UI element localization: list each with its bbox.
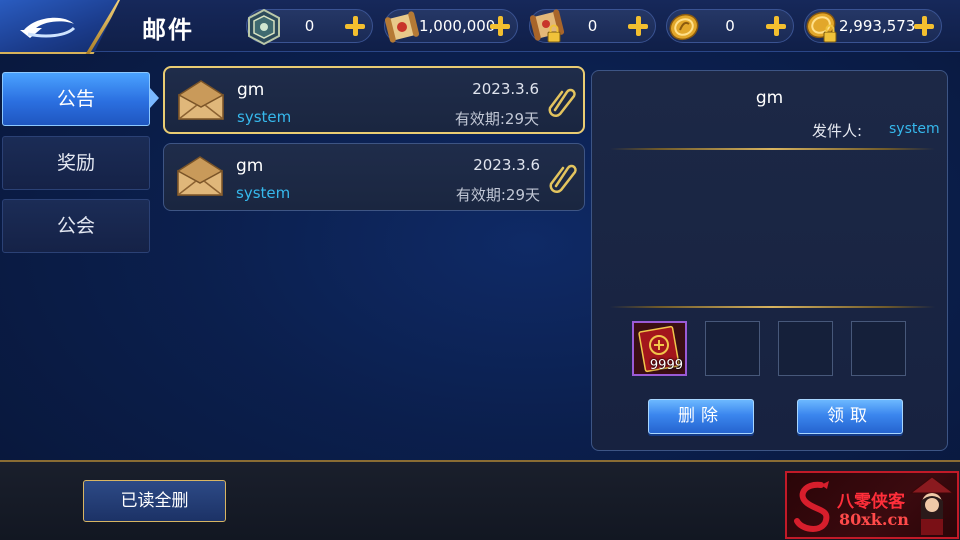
resource-counter-locked-coin: 2,993,573 bbox=[804, 9, 942, 43]
resource-counter-scroll: 1,000,000 bbox=[384, 9, 518, 43]
mail-list-item[interactable]: gm system 2023.3.6 有效期:29天 bbox=[163, 66, 585, 134]
paperclip-icon bbox=[549, 164, 577, 193]
mail-expiry: 有效期:29天 bbox=[455, 186, 540, 204]
mail-sender-name: gm bbox=[236, 156, 264, 176]
top-bar: 邮件 0 1,000,000 0 0 2,993,573 bbox=[0, 0, 960, 54]
resource-counter-gold-coin: 0 bbox=[666, 9, 794, 43]
locked-coin-icon bbox=[806, 11, 837, 43]
attachment-slot[interactable]: 9999 bbox=[632, 321, 687, 376]
add-resource-button[interactable] bbox=[913, 15, 935, 37]
gold-coin-icon bbox=[669, 13, 699, 41]
mail-date: 2023.3.6 bbox=[473, 156, 540, 174]
mail-expiry: 有效期:29天 bbox=[454, 110, 539, 128]
add-resource-button[interactable] bbox=[627, 15, 649, 37]
delete-all-read-button[interactable]: 已读全删 bbox=[83, 480, 226, 522]
sender-value: system bbox=[889, 121, 940, 137]
resource-value: 2,993,573 bbox=[839, 17, 916, 35]
back-arrow-icon bbox=[20, 17, 76, 38]
mail-from: system bbox=[236, 184, 291, 202]
tab-announcement[interactable]: 公告 bbox=[2, 72, 150, 126]
watermark-url: 80xk.cn bbox=[839, 510, 909, 529]
attachment-quantity: 9999 bbox=[649, 358, 683, 373]
add-resource-button[interactable] bbox=[765, 15, 787, 37]
back-button[interactable] bbox=[0, 0, 120, 54]
add-resource-button[interactable] bbox=[489, 15, 511, 37]
shield-token-icon bbox=[248, 8, 280, 46]
attachment-slot-empty bbox=[851, 321, 906, 376]
mail-detail-title: gm bbox=[755, 88, 784, 108]
mail-sender-name: gm bbox=[237, 80, 265, 100]
resource-counter-locked-scroll: 0 bbox=[529, 9, 656, 43]
locked-scroll-icon bbox=[529, 9, 565, 43]
tab-guild[interactable]: 公会 bbox=[2, 199, 150, 253]
divider bbox=[610, 148, 935, 150]
dragon-logo-icon bbox=[794, 481, 830, 532]
sender-label: 发件人: bbox=[812, 122, 863, 140]
watermark-text: 八零侠客 bbox=[837, 492, 905, 512]
scroll-icon bbox=[384, 11, 420, 43]
resource-counter-shield-token: 0 bbox=[246, 8, 373, 46]
paperclip-icon bbox=[548, 88, 576, 117]
mail-detail-panel: gm 发件人: system 9999 删除 领取 bbox=[591, 70, 948, 451]
resource-value: 0 bbox=[304, 17, 315, 35]
mail-list-item[interactable]: gm system 2023.3.6 有效期:29天 bbox=[163, 143, 585, 211]
envelope-icon bbox=[178, 80, 224, 120]
back-button-gold-edge bbox=[84, 0, 120, 54]
hero-portrait-icon bbox=[909, 476, 955, 535]
resource-value: 0 bbox=[587, 17, 598, 35]
tab-rewards[interactable]: 奖励 bbox=[2, 136, 150, 190]
claim-button[interactable]: 领取 bbox=[797, 399, 903, 434]
active-tab-arrow-icon bbox=[150, 88, 159, 108]
delete-button[interactable]: 删除 bbox=[648, 399, 754, 434]
divider bbox=[610, 306, 935, 308]
resource-value: 0 bbox=[725, 17, 735, 35]
attachment-slot-empty bbox=[778, 321, 833, 376]
add-resource-button[interactable] bbox=[344, 15, 366, 37]
page-title: 邮件 bbox=[142, 16, 194, 44]
resource-value: 1,000,000 bbox=[419, 17, 496, 35]
mail-date: 2023.3.6 bbox=[472, 80, 539, 98]
watermark-logo: 八零侠客 80xk.cn bbox=[785, 471, 959, 539]
mail-from: system bbox=[237, 108, 292, 126]
envelope-icon bbox=[177, 156, 223, 196]
attachment-slot-empty bbox=[705, 321, 760, 376]
